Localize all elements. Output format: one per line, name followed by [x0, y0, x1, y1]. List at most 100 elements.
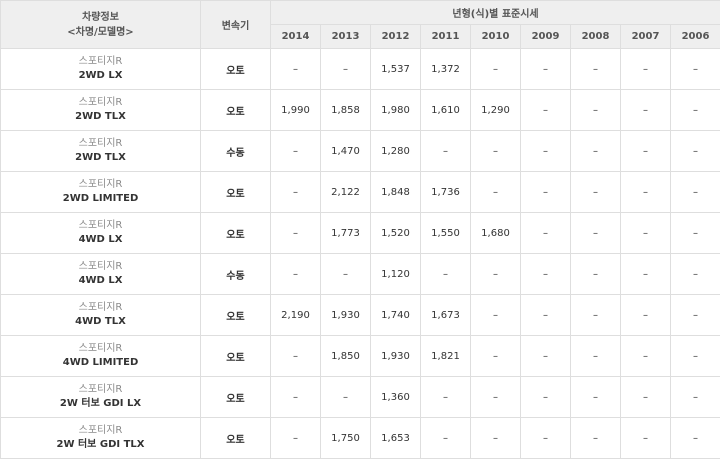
price-title-header: 년형(식)별 표준시세 — [269, 0, 720, 25]
price-cell: – — [470, 48, 521, 90]
vehicle-cell: 스포티지R 4WD LX — [0, 212, 201, 254]
price-cell: – — [570, 417, 621, 459]
price-cell: – — [620, 130, 671, 172]
vehicle-info-title: 차량정보 — [82, 11, 119, 23]
price-cell: – — [470, 335, 521, 377]
price-cell: – — [570, 335, 621, 377]
year-header: 2011 — [420, 24, 471, 49]
price-cell: – — [620, 253, 671, 295]
price-cell: – — [620, 376, 671, 418]
vehicle-cell: 스포티지R 4WD LIMITED — [0, 335, 201, 377]
price-cell: 1,930 — [370, 335, 421, 377]
price-cell: – — [470, 376, 521, 418]
price-cell: 1,520 — [370, 212, 421, 254]
year-header: 2007 — [620, 24, 671, 49]
model-name: 2WD TLX — [75, 152, 126, 163]
price-cell: – — [520, 48, 571, 90]
price-cell: – — [620, 48, 671, 90]
year-header: 2013 — [320, 24, 371, 49]
price-cell: – — [470, 130, 521, 172]
price-cell: – — [620, 335, 671, 377]
price-cell: – — [669, 335, 720, 377]
maker-name: 스포티지R — [78, 220, 123, 231]
model-name: 2WD LX — [78, 70, 123, 81]
maker-name: 스포티지R — [78, 138, 123, 149]
model-name: 4WD LX — [78, 275, 123, 286]
price-cell: 1,537 — [370, 48, 421, 90]
vehicle-cell: 스포티지R 2WD LX — [0, 48, 201, 90]
table-row: 스포티지R 4WD LIMITED 오토 –1,850 1,930 1,821– – – – – — [0, 335, 720, 377]
price-cell: 1,280 — [370, 130, 421, 172]
table-row: 스포티지R 4WD LX 수동 – –1,120– – – – – – — [0, 253, 720, 295]
price-cell: 1,850 — [320, 335, 371, 377]
price-cell: 1,680 — [470, 212, 521, 254]
price-cell: – — [320, 48, 371, 90]
price-cell: – — [669, 130, 720, 172]
year-header: 2012 — [370, 24, 421, 49]
price-cell: 1,290 — [470, 89, 521, 131]
model-name: 2WD TLX — [75, 111, 126, 122]
price-cell: – — [570, 171, 621, 213]
table-row: 스포티지R 2WD LX 오토 – –1,537 1,372– – – – – — [0, 48, 720, 90]
price-cell: 1,736 — [420, 171, 471, 213]
maker-name: 스포티지R — [78, 302, 123, 313]
model-name: 2W 터보 GDI LX — [59, 398, 142, 409]
price-cell: – — [620, 89, 671, 131]
price-cell: – — [520, 253, 571, 295]
price-cell: – — [520, 376, 571, 418]
model-name: 4WD TLX — [75, 316, 126, 327]
vehicle-info-header: 차량정보 <차명/모델명> — [0, 0, 201, 49]
price-cell: – — [570, 89, 621, 131]
price-cell: – — [570, 376, 621, 418]
price-cell: 1,990 — [270, 89, 321, 131]
vehicle-cell: 스포티지R 2W 터보 GDI LX — [0, 376, 201, 418]
year-header: 2008 — [570, 24, 621, 49]
price-cell: 1,773 — [320, 212, 371, 254]
price-cell: – — [669, 89, 720, 131]
price-cell: – — [420, 376, 471, 418]
price-cell: 1,821 — [420, 335, 471, 377]
maker-name: 스포티지R — [78, 384, 123, 395]
price-cell: 1,360 — [370, 376, 421, 418]
price-cell: – — [470, 417, 521, 459]
transmission-cell: 오토 — [200, 376, 271, 418]
transmission-cell: 수동 — [200, 130, 271, 172]
price-cell: – — [669, 253, 720, 295]
table-row: 스포티지R 2WD TLX 오토 1,990 1,858 1,980 1,610 1,290–… — [0, 89, 720, 131]
table-row: 스포티지R 2W 터보 GDI TLX 오토 –1,750 1,653– – – – – – — [0, 417, 720, 459]
price-cell: – — [320, 376, 371, 418]
vehicle-cell: 스포티지R 4WD TLX — [0, 294, 201, 336]
price-cell: 1,673 — [420, 294, 471, 336]
model-name: 4WD LIMITED — [62, 357, 139, 368]
price-cell: 1,750 — [320, 417, 371, 459]
price-cell: 1,470 — [320, 130, 371, 172]
price-cell: – — [270, 48, 321, 90]
price-cell: – — [520, 212, 571, 254]
price-cell: 1,372 — [420, 48, 471, 90]
table-row: 스포티지R 4WD TLX 오토 2,190 1,930 1,740 1,673– – – – – — [0, 294, 720, 336]
table-header: 차량정보 <차명/모델명> 변속기 년형(식)별 표준시세 2014 2013 20… — [0, 0, 720, 49]
price-cell: – — [570, 48, 621, 90]
price-table: 차량정보 <차명/모델명> 변속기 년형(식)별 표준시세 2014 2013 20… — [0, 0, 720, 459]
price-cell: – — [270, 212, 321, 254]
transmission-cell: 오토 — [200, 417, 271, 459]
price-cell: – — [270, 376, 321, 418]
price-cell: – — [520, 130, 571, 172]
price-cell: 1,858 — [320, 89, 371, 131]
maker-name: 스포티지R — [78, 343, 123, 354]
price-cell: – — [270, 130, 321, 172]
price-cell: – — [520, 417, 571, 459]
price-cell: 1,740 — [370, 294, 421, 336]
model-name: 2WD LIMITED — [62, 193, 139, 204]
price-cell: 1,550 — [420, 212, 471, 254]
maker-name: 스포티지R — [78, 179, 123, 190]
price-cell: – — [420, 417, 471, 459]
price-cell: – — [669, 171, 720, 213]
price-cell: – — [570, 212, 621, 254]
price-cell: – — [270, 417, 321, 459]
transmission-cell: 오토 — [200, 171, 271, 213]
table-row: 스포티지R 2W 터보 GDI LX 오토 – –1,360– – – – – – — [0, 376, 720, 418]
vehicle-cell: 스포티지R 2WD LIMITED — [0, 171, 201, 213]
vehicle-cell: 스포티지R 2W 터보 GDI TLX — [0, 417, 201, 459]
price-cell: – — [320, 253, 371, 295]
